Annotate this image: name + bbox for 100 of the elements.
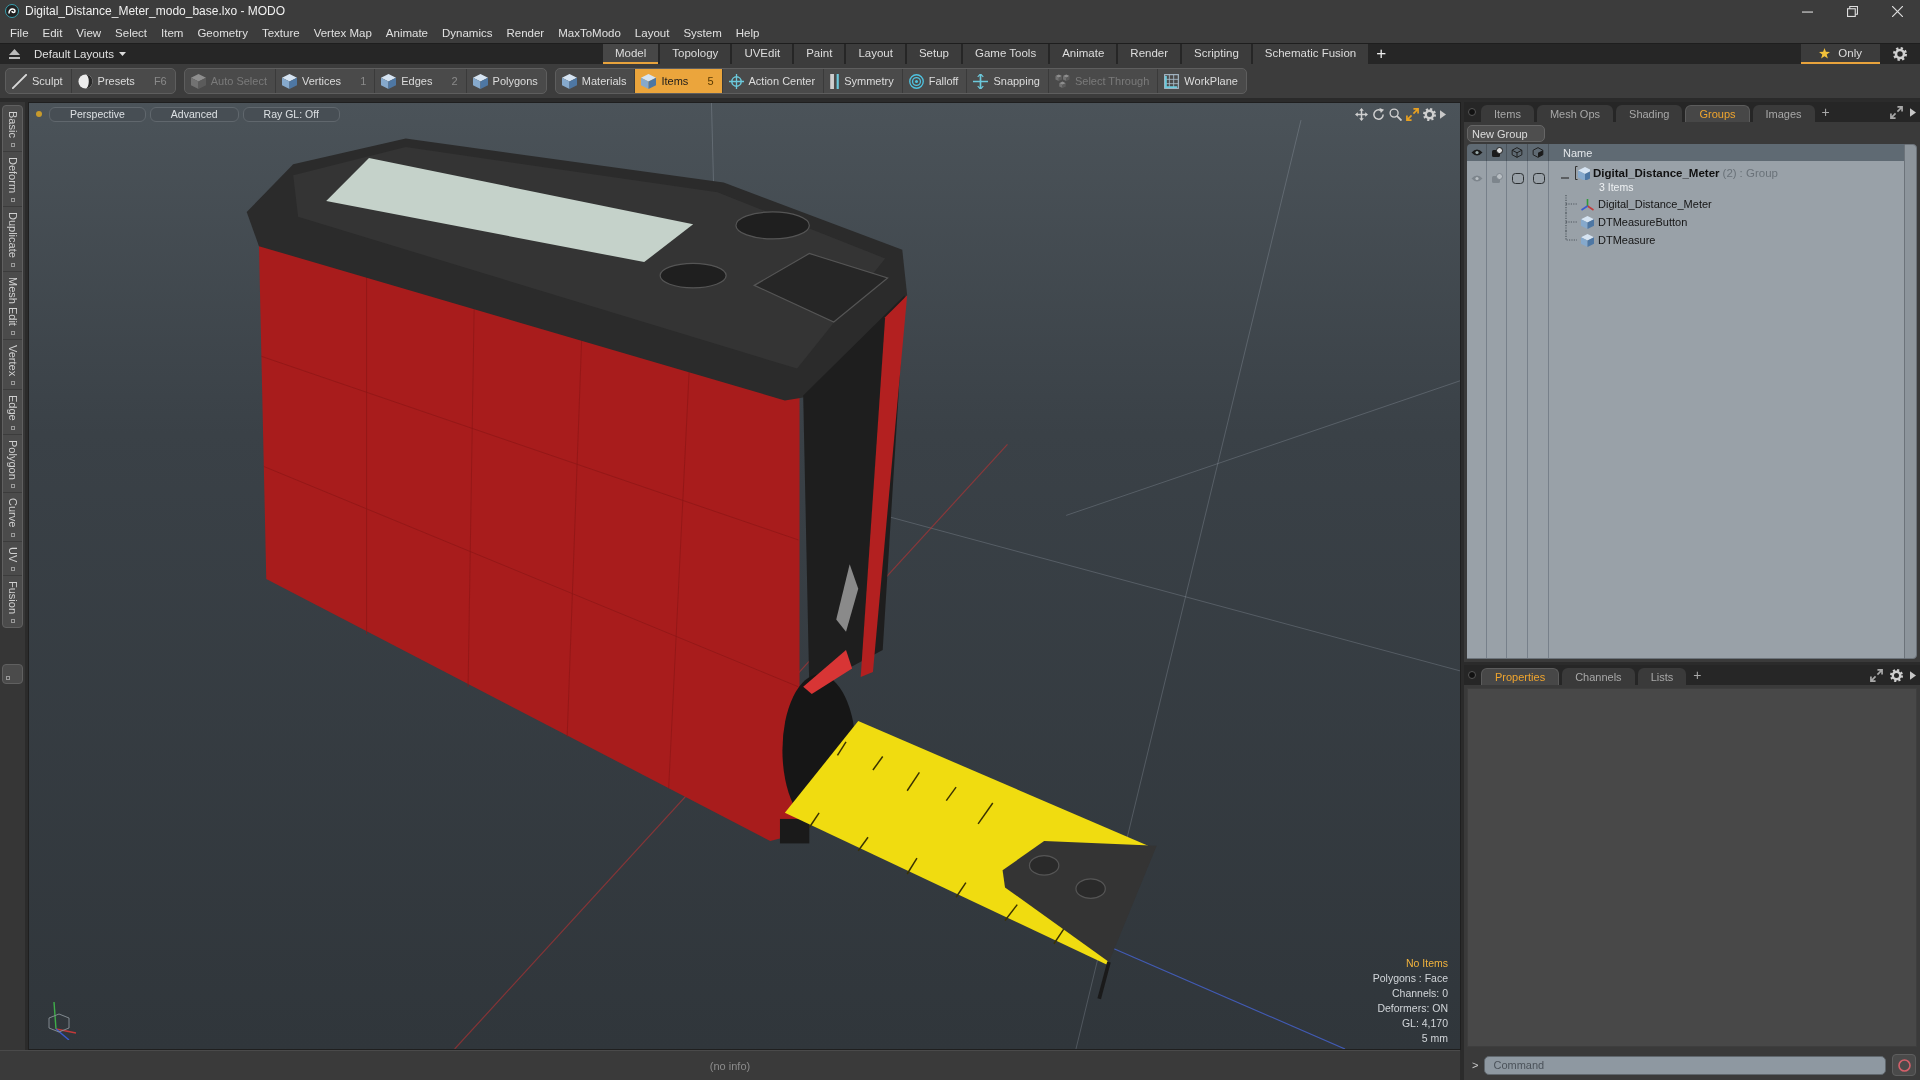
panel-tab[interactable]: Lists xyxy=(1637,668,1687,685)
viewport-option-button[interactable]: Perspective xyxy=(49,106,146,122)
menu-item[interactable]: Render xyxy=(499,22,552,43)
triangle-icon[interactable] xyxy=(1910,107,1916,117)
layout-tab[interactable]: Scripting xyxy=(1182,44,1251,64)
menu-item[interactable]: View xyxy=(69,22,109,43)
toolbar-button[interactable]: Sculpt xyxy=(6,69,72,93)
menu-item[interactable]: Help xyxy=(728,22,767,43)
side-tab[interactable]: Edge xyxy=(3,389,22,435)
toolbar-button[interactable]: Polygons xyxy=(466,69,546,93)
layout-tab[interactable]: UVEdit xyxy=(732,44,793,64)
record-button[interactable] xyxy=(1892,1054,1916,1076)
layout-tab[interactable]: Animate xyxy=(1050,44,1117,64)
side-tab[interactable]: Basic xyxy=(3,106,22,152)
command-field[interactable]: Command xyxy=(1484,1055,1886,1075)
side-tab[interactable]: Mesh Edit xyxy=(3,271,22,340)
eye-icon[interactable] xyxy=(1470,147,1483,158)
panel-tab[interactable]: Mesh Ops xyxy=(1536,105,1614,122)
layout-tab[interactable]: Topology xyxy=(660,44,731,64)
toolbar-button[interactable]: Falloff xyxy=(902,69,968,93)
camera-icon[interactable] xyxy=(1490,147,1503,158)
menu-item[interactable]: Item xyxy=(154,22,191,43)
expand-icon[interactable] xyxy=(1890,105,1903,119)
cube-outline-icon[interactable] xyxy=(1511,147,1523,158)
menu-item[interactable]: File xyxy=(3,22,36,43)
settings-icon[interactable] xyxy=(1890,668,1903,682)
menu-item[interactable]: MaxToModo xyxy=(551,22,628,43)
add-tab-button[interactable]: + xyxy=(1689,667,1706,683)
panel-tab[interactable]: Channels xyxy=(1562,668,1635,685)
settings-icon[interactable] xyxy=(1423,107,1436,121)
layout-tab[interactable]: Layout xyxy=(846,44,905,64)
toolbar-button[interactable]: Action Center xyxy=(722,69,825,93)
group-name[interactable]: Digital_Distance_Meter xyxy=(1593,166,1720,179)
toolbar-button[interactable]: Snapping xyxy=(967,69,1049,93)
column-header[interactable]: Name xyxy=(1549,146,1593,159)
move-icon[interactable] xyxy=(1355,107,1368,121)
expand-icon[interactable] xyxy=(1870,668,1883,682)
panel-tab[interactable]: Groups xyxy=(1685,105,1750,122)
panel-tab[interactable]: Properties xyxy=(1481,668,1560,685)
item-name[interactable]: DTMeasureButton xyxy=(1598,216,1688,228)
item-name[interactable]: Digital_Distance_Meter xyxy=(1598,198,1712,210)
tape-measure-drawing[interactable] xyxy=(246,138,1157,1000)
menu-item[interactable]: Layout xyxy=(627,22,677,43)
layout-tab[interactable]: Schematic Fusion xyxy=(1252,44,1369,64)
add-tab-button[interactable]: + xyxy=(1368,44,1395,64)
side-tab[interactable]: Deform xyxy=(3,151,22,207)
dot-icon[interactable] xyxy=(36,111,42,117)
expand-icon[interactable] xyxy=(1406,107,1419,121)
viewport-option-button[interactable]: Ray GL: Off xyxy=(242,106,340,122)
half-cube-icon[interactable] xyxy=(1532,147,1544,158)
layout-tab[interactable]: Render xyxy=(1118,44,1181,64)
rounded-square-icon[interactable] xyxy=(1532,172,1545,184)
new-group-button[interactable]: New Group xyxy=(1467,125,1545,142)
toolbar-button[interactable]: Vertices 1 xyxy=(276,69,376,93)
layout-tab[interactable]: Game Tools xyxy=(963,44,1049,64)
side-tab[interactable]: UV xyxy=(3,541,22,577)
rotate-icon[interactable] xyxy=(1372,107,1385,121)
toolbar-button[interactable]: Edges 2 xyxy=(375,69,467,93)
side-tab[interactable]: Fusion xyxy=(3,576,22,628)
layout-tab[interactable]: Model xyxy=(603,44,659,64)
toolbar-button[interactable]: Symmetry xyxy=(824,69,903,93)
menu-item[interactable]: Texture xyxy=(254,22,307,43)
side-tab[interactable]: Polygon xyxy=(3,434,22,494)
layout-tab[interactable]: Setup xyxy=(906,44,961,64)
eject-icon[interactable] xyxy=(9,49,20,59)
rounded-square-icon[interactable] xyxy=(1511,172,1524,184)
menu-item[interactable]: Dynamics xyxy=(435,22,500,43)
add-tab-button[interactable]: + xyxy=(1817,104,1834,120)
menu-item[interactable]: Animate xyxy=(378,22,435,43)
star-icon xyxy=(1819,47,1831,59)
menu-item[interactable]: Edit xyxy=(35,22,70,43)
viewport[interactable]: Perspective Advanced Ray GL: Off No Items Polygons : Face Channels: 0 Deformers: ON GL: 4,170 5 mm xyxy=(28,102,1461,1050)
search-icon[interactable] xyxy=(1389,107,1402,121)
toolbar-button[interactable]: Presets F6 xyxy=(71,69,175,93)
menu-item[interactable]: System xyxy=(676,22,729,43)
grid-icon xyxy=(1164,73,1180,89)
side-tab[interactable]: Curve xyxy=(3,493,22,542)
side-tab[interactable]: Vertex xyxy=(3,339,22,390)
menu-item[interactable]: Vertex Map xyxy=(306,22,379,43)
only-toggle[interactable]: Only xyxy=(1801,44,1880,64)
dot-icon[interactable] xyxy=(1468,108,1476,116)
panel-toggle-button[interactable] xyxy=(2,664,23,685)
layout-dropdown[interactable]: Default Layouts xyxy=(34,48,126,60)
item-name[interactable]: DTMeasure xyxy=(1598,234,1656,246)
dot-icon[interactable] xyxy=(1468,671,1476,679)
viewport-option-button[interactable]: Advanced xyxy=(149,106,239,122)
triangle-icon[interactable] xyxy=(1910,670,1916,680)
panel-tab[interactable]: Shading xyxy=(1616,105,1683,122)
toolbar-button[interactable]: Items 5 xyxy=(635,69,723,93)
menu-item[interactable]: Geometry xyxy=(190,22,255,43)
menu-item[interactable]: Select xyxy=(108,22,155,43)
layout-tab[interactable]: Paint xyxy=(794,44,845,64)
triangle-icon[interactable] xyxy=(1440,109,1446,119)
side-tab[interactable]: Duplicate xyxy=(3,206,22,272)
scrollbar[interactable] xyxy=(1904,144,1917,659)
settings-icon[interactable] xyxy=(1893,47,1907,61)
square-icon xyxy=(10,532,15,537)
toolbar-button[interactable]: WorkPlane xyxy=(1158,69,1246,93)
panel-tab[interactable]: Items xyxy=(1481,105,1534,122)
panel-tab[interactable]: Images xyxy=(1752,105,1815,122)
